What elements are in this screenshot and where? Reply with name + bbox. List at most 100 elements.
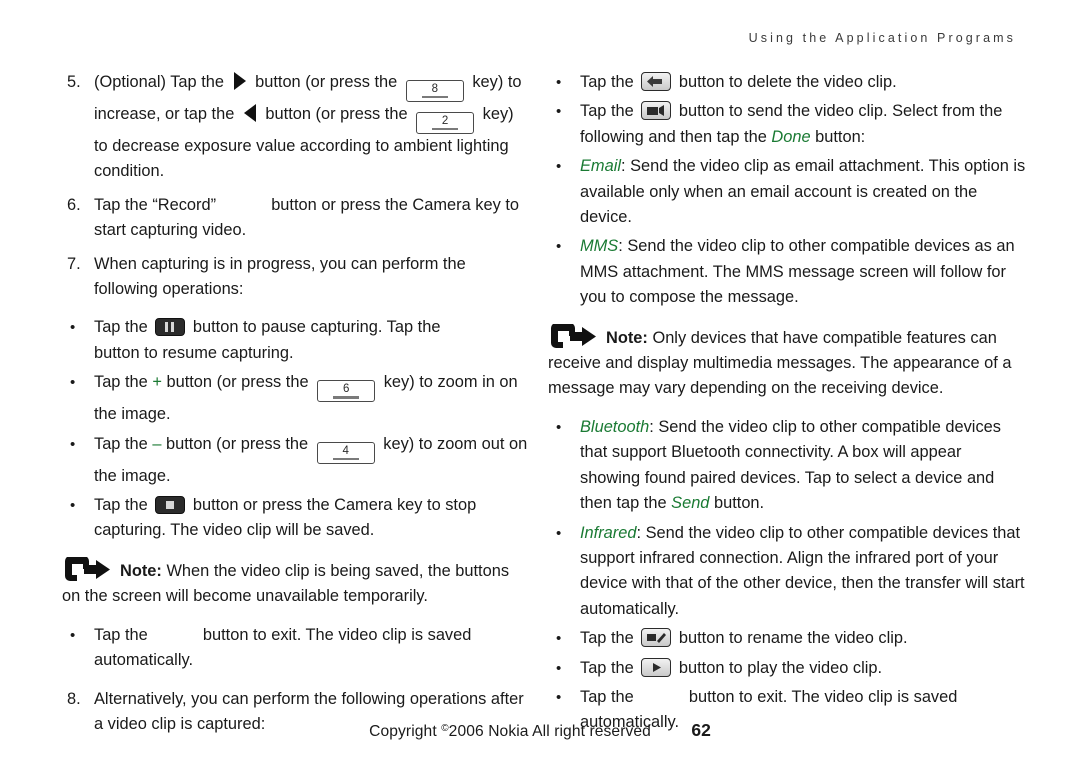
- send-button-label[interactable]: Send: [671, 494, 709, 512]
- list-marker-7: 7.: [67, 254, 81, 273]
- bullet-email-option: • Email: Send the video clip as email at…: [548, 154, 1026, 230]
- note-arrow-icon: [62, 555, 114, 583]
- manual-page: Using the Application Programs 5. (Optio…: [0, 0, 1080, 779]
- bullet-bluetooth-option: • Bluetooth: Send the video clip to othe…: [548, 415, 1026, 517]
- bullet-infrared-option: • Infrared: Send the video clip to other…: [548, 521, 1026, 623]
- bullet-pause-text-3: button to resume capturing.: [94, 343, 294, 362]
- bullet-marker: •: [70, 319, 76, 337]
- bullet-marker: •: [556, 74, 562, 91]
- bullet-pause-text-2: button to pause capturing. Tap the: [188, 318, 445, 337]
- delete-back-arrow-icon[interactable]: [641, 72, 672, 91]
- bullet-marker: •: [556, 659, 562, 677]
- bullet-zoom-in: • Tap the + button (or press the 6 key) …: [62, 370, 530, 427]
- running-header: Using the Application Programs: [748, 31, 1016, 45]
- bullet-infrared-text: : Send the video clip to other compatibl…: [580, 523, 1025, 618]
- bullet-send-clip: • Tap the button to send the video clip.…: [548, 99, 1026, 150]
- page-number: 62: [691, 720, 711, 740]
- list-item-5: 5. (Optional) Tap the button (or press t…: [62, 70, 530, 185]
- bullet-marker: •: [70, 497, 76, 515]
- bullet-zoom-out-text-2: button (or press the: [161, 434, 313, 453]
- bluetooth-option-label[interactable]: Bluetooth: [580, 418, 649, 436]
- bullet-play-text-1: Tap the: [580, 658, 639, 677]
- bullet-marker: •: [70, 626, 76, 644]
- bullet-mms-text: : Send the video clip to other compatibl…: [580, 237, 1015, 307]
- send-video-icon[interactable]: [641, 101, 672, 121]
- bullet-zoom-in-text-2: button (or press the: [161, 373, 314, 392]
- keycap-6-digit: 6: [342, 383, 350, 396]
- bullet-zoom-out: • Tap the – button (or press the 4 key) …: [62, 432, 530, 489]
- done-button-label[interactable]: Done: [771, 128, 810, 146]
- bullet-play-clip: • Tap the button to play the video clip.: [548, 656, 1026, 681]
- bullet-zoom-out-text-1: Tap the: [94, 434, 153, 453]
- play-icon[interactable]: [641, 657, 672, 677]
- page-footer: Copyright ©2006 Nokia All right reserved…: [0, 720, 1080, 741]
- note-arrow-icon: [548, 322, 600, 350]
- bullet-pause-text-1: Tap the: [94, 318, 153, 337]
- keycap-2-icon[interactable]: 2: [416, 112, 475, 134]
- bullet-stop-capturing: • Tap the button or press the Camera key…: [62, 493, 530, 544]
- bullet-stop-text-1: Tap the: [94, 496, 153, 515]
- list-item-5-text-4: button (or press the: [260, 105, 413, 123]
- list-marker-6: 6.: [67, 195, 81, 214]
- bullet-rename-clip: • Tap the button to rename the video cli…: [548, 626, 1026, 651]
- keycap-4-icon[interactable]: 4: [316, 441, 375, 464]
- list-item-6-text-1: Tap the “Record”: [94, 195, 221, 214]
- bullet-exit-left: • Tap the button to exit. The video clip…: [62, 623, 530, 674]
- list-item-7: 7. When capturing is in progress, you ca…: [62, 252, 530, 303]
- keycap-8-digit: 8: [431, 83, 438, 95]
- note-block-compatible: Note: Only devices that have compatible …: [548, 322, 1026, 402]
- bullet-marker: •: [556, 158, 562, 176]
- bullet-rename-text-1: Tap the: [580, 629, 639, 648]
- bullet-mms-option: • MMS: Send the video clip to other comp…: [548, 234, 1026, 310]
- bullet-play-text-2: button to play the video clip.: [674, 658, 883, 677]
- bullet-marker: •: [556, 238, 562, 256]
- copyright-prefix: Copyright: [369, 723, 442, 740]
- keycap-underline: [421, 96, 448, 99]
- bullet-marker: •: [556, 688, 562, 706]
- bullet-delete-clip: • Tap the button to delete the video cli…: [548, 70, 1026, 95]
- arrow-right-icon[interactable]: [233, 72, 246, 90]
- keycap-2-digit: 2: [441, 115, 449, 127]
- pause-icon[interactable]: [155, 318, 186, 337]
- email-option-label[interactable]: Email: [580, 157, 621, 175]
- list-item-7-text: When capturing is in progress, you can p…: [94, 254, 466, 299]
- bullet-marker: •: [70, 435, 76, 453]
- bullet-send-text-1: Tap the: [580, 102, 639, 121]
- bullet-marker: •: [556, 630, 562, 648]
- bullet-marker: •: [70, 374, 76, 392]
- infrared-option-label[interactable]: Infrared: [580, 524, 637, 542]
- list-marker-8: 8.: [67, 689, 81, 708]
- mms-option-label[interactable]: MMS: [580, 237, 618, 255]
- keycap-underline: [332, 457, 359, 461]
- keycap-8-icon[interactable]: 8: [405, 80, 464, 102]
- list-item-6: 6. Tap the “Record” button or press the …: [62, 193, 530, 244]
- copyright-symbol: ©: [441, 723, 449, 734]
- note-block-saving: Note: When the video clip is being saved…: [62, 555, 530, 610]
- bullet-delete-text-1: Tap the: [580, 73, 639, 91]
- arrow-left-icon[interactable]: [243, 104, 256, 122]
- bullet-send-text-3: button:: [810, 127, 866, 146]
- stop-icon[interactable]: [155, 496, 186, 515]
- copyright-rest: 2006 Nokia All right reserved: [448, 723, 651, 740]
- keycap-4-digit: 4: [342, 444, 349, 457]
- left-column: 5. (Optional) Tap the button (or press t…: [62, 70, 530, 737]
- bullet-marker: •: [556, 524, 562, 542]
- keycap-6-icon[interactable]: 6: [317, 380, 376, 403]
- bullet-bluetooth-text-2: button.: [709, 494, 765, 513]
- bullet-rename-text-2: button to rename the video clip.: [674, 629, 908, 648]
- keycap-underline: [432, 128, 459, 131]
- bullet-zoom-in-text-1: Tap the: [94, 373, 153, 392]
- bullet-exit-text-1: Tap the: [94, 625, 153, 644]
- bullet-exit-right-text-1: Tap the: [580, 687, 639, 706]
- list-item-5-text-2: button (or press the: [250, 73, 402, 91]
- bullet-marker: •: [556, 103, 562, 121]
- bullet-email-text: : Send the video clip as email attachmen…: [580, 157, 1026, 227]
- right-column: • Tap the button to delete the video cli…: [548, 70, 1026, 736]
- plus-icon[interactable]: +: [152, 373, 162, 391]
- bullet-marker: •: [556, 418, 562, 436]
- list-item-5-text-1: (Optional) Tap the: [94, 73, 229, 91]
- bullet-pause-capturing: • Tap the button to pause capturing. Tap…: [62, 315, 530, 366]
- keycap-underline: [333, 396, 360, 399]
- rename-icon[interactable]: [641, 628, 672, 648]
- bullet-delete-text-2: button to delete the video clip.: [674, 73, 897, 91]
